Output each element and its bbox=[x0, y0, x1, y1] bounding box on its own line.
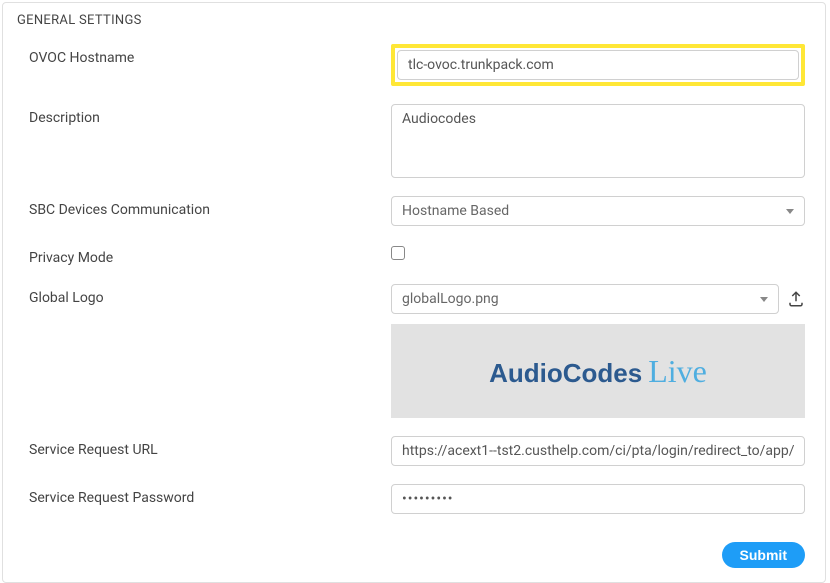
general-settings-panel: GENERAL SETTINGS OVOC Hostname Descripti… bbox=[2, 2, 826, 583]
sbc-select[interactable]: Hostname Based bbox=[391, 196, 805, 226]
label-sr-pwd: Service Request Password bbox=[29, 484, 391, 506]
description-textarea[interactable] bbox=[391, 104, 805, 178]
label-sr-url: Service Request URL bbox=[29, 436, 391, 458]
logo-suffix-text: Live bbox=[648, 353, 707, 389]
logo-select[interactable]: globalLogo.png bbox=[391, 284, 779, 314]
chevron-down-icon bbox=[760, 297, 768, 302]
sr-pwd-input[interactable] bbox=[391, 484, 805, 514]
logo-select-value: globalLogo.png bbox=[402, 291, 499, 307]
row-sr-url: Service Request URL bbox=[29, 436, 805, 466]
chevron-down-icon bbox=[786, 209, 794, 214]
label-logo: Global Logo bbox=[29, 284, 391, 306]
hostname-highlight bbox=[391, 44, 805, 86]
row-logo: Global Logo globalLogo.png AudioCod bbox=[29, 284, 805, 418]
row-hostname: OVOC Hostname bbox=[29, 44, 805, 86]
logo-preview: AudioCodesLive bbox=[391, 324, 805, 418]
panel-title: GENERAL SETTINGS bbox=[3, 3, 825, 36]
sbc-select-value: Hostname Based bbox=[402, 203, 509, 219]
label-sbc: SBC Devices Communication bbox=[29, 196, 391, 218]
row-sr-pwd: Service Request Password bbox=[29, 484, 805, 514]
submit-button[interactable]: Submit bbox=[722, 542, 805, 568]
label-hostname: OVOC Hostname bbox=[29, 44, 391, 66]
row-sbc: SBC Devices Communication Hostname Based bbox=[29, 196, 805, 226]
label-privacy: Privacy Mode bbox=[29, 244, 391, 266]
form-footer: Submit bbox=[3, 538, 825, 582]
upload-icon[interactable] bbox=[787, 290, 805, 308]
label-description: Description bbox=[29, 104, 391, 126]
hostname-input[interactable] bbox=[397, 50, 799, 80]
row-description: Description bbox=[29, 104, 805, 178]
sr-url-input[interactable] bbox=[391, 436, 805, 466]
privacy-checkbox[interactable] bbox=[391, 246, 405, 260]
logo-brand-text: AudioCodesLive bbox=[489, 353, 707, 390]
form-body: OVOC Hostname Description SBC Devices Co… bbox=[3, 36, 825, 538]
row-privacy: Privacy Mode bbox=[29, 244, 805, 266]
